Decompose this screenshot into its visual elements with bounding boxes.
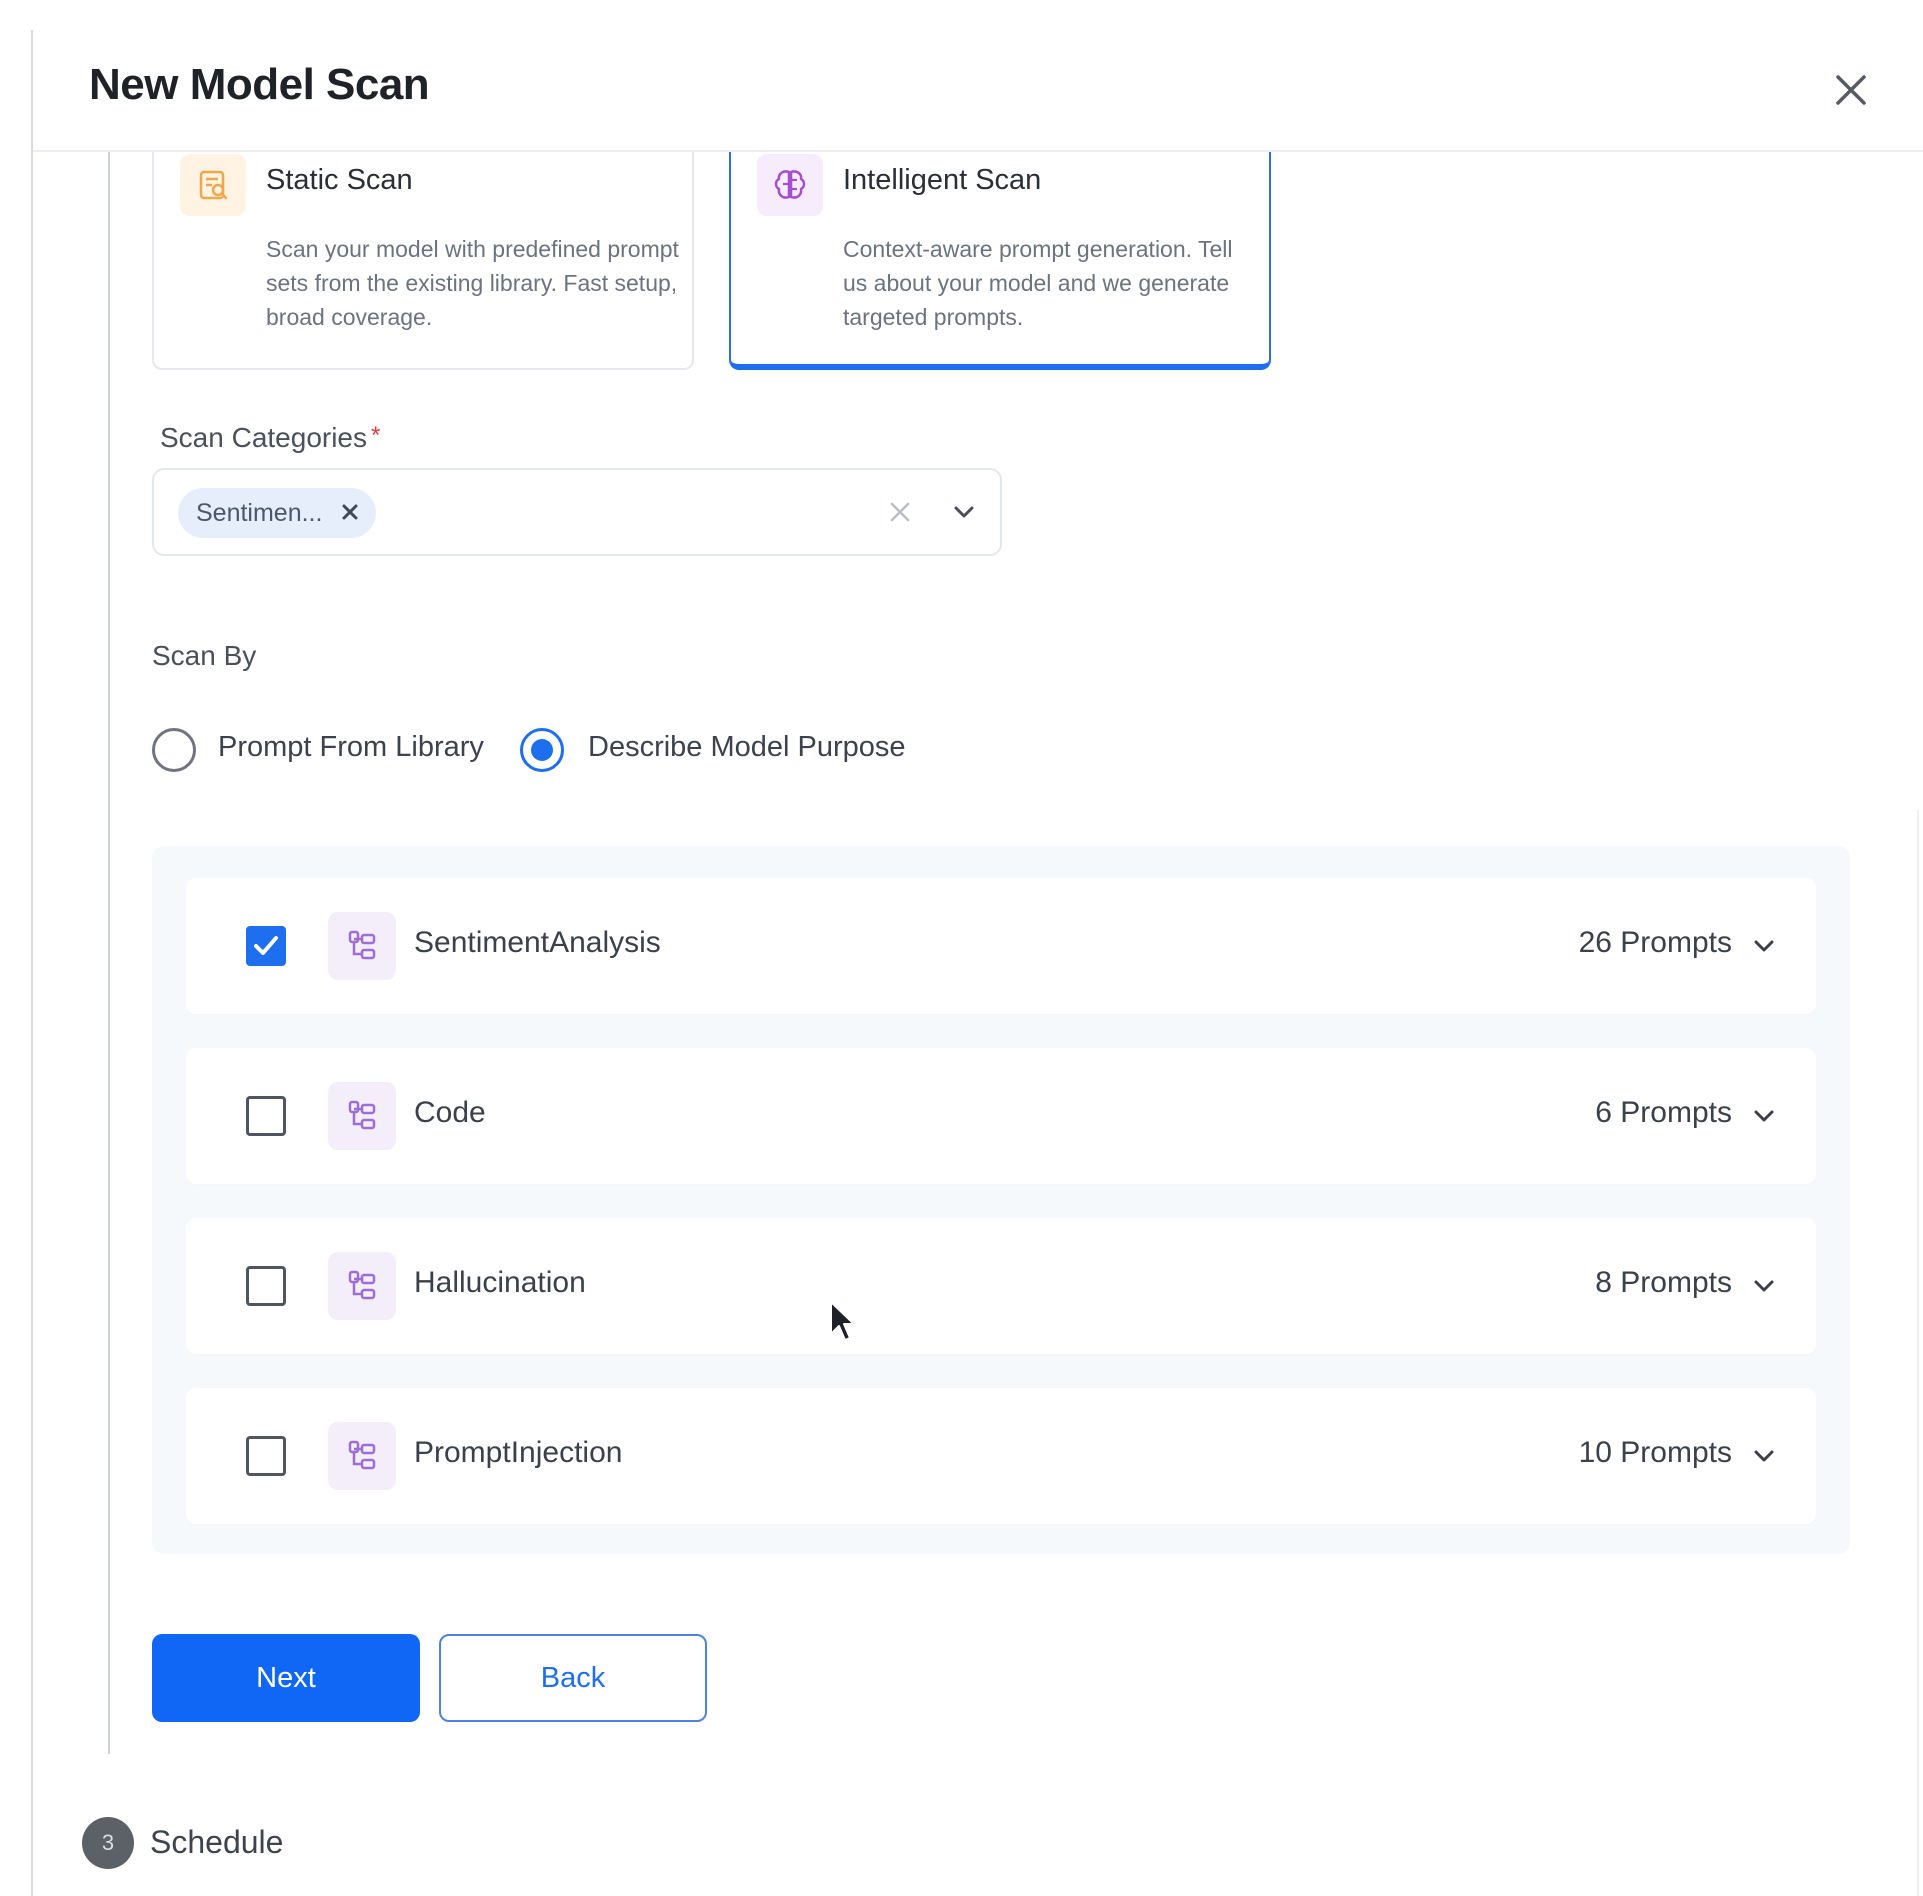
hierarchy-icon [328,912,396,980]
chevron-down-icon [1754,940,1774,952]
intelligent-scan-title: Intelligent Scan [843,164,1042,196]
static-scan-title: Static Scan [266,164,413,196]
category-row-sentiment-analysis[interactable]: SentimentAnalysis 26 Prompts [186,878,1816,1014]
stepper-connector [108,152,110,1754]
selected-category-chip: Sentimen... [178,488,377,538]
radio-label-describe-model-purpose[interactable]: Describe Model Purpose [588,731,906,764]
hierarchy-icon [328,1082,396,1150]
close-button[interactable] [1821,60,1881,120]
close-icon [1836,75,1866,105]
step-number-badge: 3 [82,1817,134,1869]
scan-categories-label: Scan Categories * [160,422,380,454]
intelligent-scan-description: Context-aware prompt generation. Tell us… [843,236,1233,330]
hierarchy-icon [328,1422,396,1490]
prompt-count: 10 Prompts [1578,1436,1732,1469]
category-list: SentimentAnalysis 26 Prompts Code 6 Prom… [152,846,1850,1554]
intelligent-scan-card[interactable]: Intelligent Scan Context-aware prompt ge… [729,152,1271,370]
checkmark-icon [254,936,278,955]
clear-selection-button[interactable] [880,492,920,532]
expand-row-button[interactable] [1746,1266,1782,1306]
dialog-header: New Model Scan [33,30,1923,152]
clear-icon [890,502,910,522]
prompt-count: 8 Prompts [1595,1266,1732,1299]
scan-categories-label-text: Scan Categories [160,422,368,453]
chevron-down-icon [954,506,974,518]
hierarchy-icon [328,1252,396,1320]
category-name: Hallucination [414,1266,586,1299]
radio-prompt-from-library[interactable] [152,728,196,772]
prompt-count: 6 Prompts [1595,1096,1732,1129]
category-row-hallucination[interactable]: Hallucination 8 Prompts [186,1218,1816,1354]
scan-by-label: Scan By [152,640,257,671]
category-row-prompt-injection[interactable]: PromptInjection 10 Prompts [186,1388,1816,1524]
prompt-count: 26 Prompts [1578,926,1732,959]
expand-row-button[interactable] [1746,1436,1782,1476]
category-checkbox[interactable] [246,1436,286,1476]
category-name: Code [414,1096,486,1129]
chevron-down-icon [1754,1280,1774,1292]
chip-label: Sentimen... [196,498,323,527]
expand-row-button[interactable] [1746,1096,1782,1136]
chevron-down-icon [1754,1450,1774,1462]
category-checkbox[interactable] [246,1096,286,1136]
category-name: SentimentAnalysis [414,926,661,959]
static-scan-card[interactable]: Static Scan Scan your model with predefi… [152,152,694,370]
chip-remove-icon[interactable] [342,499,358,527]
next-button[interactable]: Next [152,1634,420,1722]
category-checkbox[interactable] [246,926,286,966]
back-button[interactable]: Back [439,1634,707,1722]
step-label-schedule[interactable]: Schedule [150,1824,283,1861]
category-checkbox[interactable] [246,1266,286,1306]
radio-describe-model-purpose[interactable] [520,728,564,772]
dialog-title: New Model Scan [89,60,430,109]
mouse-cursor-icon [830,1301,855,1341]
chevron-down-icon [1754,1110,1774,1122]
static-scan-description: Scan your model with predefined prompt s… [266,236,679,330]
brain-icon [757,154,823,216]
radio-label-prompt-from-library[interactable]: Prompt From Library [218,731,484,764]
category-name: PromptInjection [414,1436,623,1469]
category-row-code[interactable]: Code 6 Prompts [186,1048,1816,1184]
scrollbar-track [1917,810,1919,1896]
expand-row-button[interactable] [1746,926,1782,966]
dropdown-toggle[interactable] [944,492,984,532]
file-search-icon [180,154,246,216]
scan-categories-select[interactable]: Sentimen... [152,468,1002,556]
dialog-left-border [31,30,33,1896]
required-mark: * [371,422,381,449]
